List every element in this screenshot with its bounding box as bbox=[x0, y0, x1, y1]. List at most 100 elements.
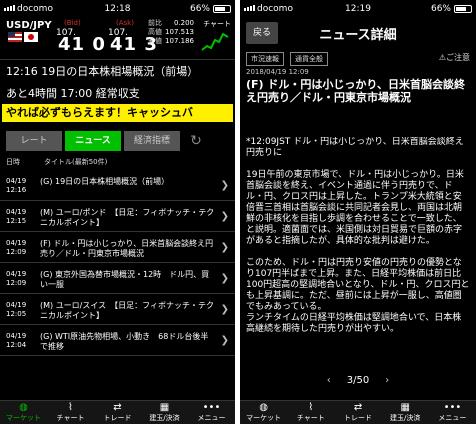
stat-labels: 前比 高値 安値 bbox=[146, 19, 162, 46]
status-bar: docomo 12:18 66% bbox=[0, 0, 235, 18]
event-countdown[interactable]: あと4時間 17:00 経常収支 bbox=[0, 84, 235, 104]
change-label: 前比 bbox=[148, 19, 162, 27]
chart-icon: ⌇ bbox=[68, 402, 73, 413]
low-value: 107.186 bbox=[165, 37, 194, 45]
mini-chart-icon[interactable] bbox=[201, 28, 229, 54]
news-title: (M) ユーロ/ポンド 【日足：フィボナッチ・テクニカルポイント】 bbox=[40, 208, 215, 227]
chevron-right-icon: ❯ bbox=[220, 180, 229, 191]
news-title: (F) ドル・円は小じっかり、日米首脳会談終え円売り／ドル・円東京市場概況 bbox=[40, 239, 214, 258]
list-item[interactable]: 04/19 12:16 (G) 19日の日本株相場概況（前場） ❯ bbox=[0, 170, 235, 201]
nav-market[interactable]: ◍ マーケット bbox=[240, 401, 287, 424]
list-item[interactable]: 04/19 12:15 (M) ユーロ/ポンド 【日足：フィボナッチ・テクニカル… bbox=[0, 201, 235, 232]
warning-icon: ⚠ bbox=[438, 53, 446, 62]
jp-flag-icon bbox=[24, 32, 38, 42]
article-date: 2018/04/19 12:09 bbox=[246, 68, 309, 76]
menu-icon: ••• bbox=[202, 402, 221, 413]
nav-label: トレード bbox=[103, 414, 132, 422]
nav-menu[interactable]: ••• メニュー bbox=[188, 401, 235, 424]
news-title: (M) ユーロ/スイス 【日足：フィボナッチ・テクニカルポイント】 bbox=[40, 301, 214, 320]
tab-news[interactable]: ニュース bbox=[65, 131, 121, 151]
nav-label: チャート bbox=[296, 414, 325, 422]
nav-position[interactable]: ▦ 建玉/決済 bbox=[382, 401, 429, 424]
flags bbox=[8, 32, 38, 42]
high-label: 高値 bbox=[148, 28, 162, 36]
change-value: 0.200 bbox=[173, 19, 194, 27]
list-item[interactable]: 04/19 12:09 (F) ドル・円は小じっかり、日米首脳会談終え円売り／ド… bbox=[0, 232, 235, 263]
promo-banner[interactable]: やれば必ずもらえます！キャッシュバ bbox=[2, 104, 233, 122]
chevron-right-icon: ❯ bbox=[220, 273, 229, 284]
list-item[interactable]: 04/19 12:09 (G) 東京外国為替市場概況・12時 ドル円、買い一服 … bbox=[0, 263, 235, 294]
news-list: 04/19 12:16 (G) 19日の日本株相場概況（前場） ❯ 04/19 … bbox=[0, 170, 235, 356]
page-title: ニュース詳細 bbox=[319, 28, 397, 43]
battery-icon bbox=[213, 5, 231, 13]
battery-group: 66% bbox=[190, 4, 231, 14]
nav-label: マーケット bbox=[6, 414, 41, 422]
nav-label: メニュー bbox=[197, 414, 226, 422]
bottom-nav: ◍ マーケット ⌇ チャート ⇄ トレード ▦ 建玉/決済 ••• メニュー bbox=[240, 400, 476, 424]
tab-economic-indicators[interactable]: 経済指標 bbox=[124, 131, 180, 151]
article-headline: (F) ドル・円は小じっかり、日米首脳会談終え円売り／ドル・円東京市場概況 bbox=[246, 78, 465, 104]
position-icon: ▦ bbox=[400, 402, 410, 413]
list-item[interactable]: 04/19 12:04 (G) WTI原油先物相場、小動き 68ドル台後半で推移… bbox=[0, 325, 235, 356]
rate-panel[interactable]: USD/JPY (Bid) 107. 41 0 (Ask) 107. 41 3 … bbox=[0, 18, 235, 60]
nav-label: マーケット bbox=[246, 414, 282, 422]
refresh-icon[interactable]: ↻ bbox=[188, 133, 204, 149]
news-title: (G) WTI原油先物相場、小動き 68ドル台後半で推移 bbox=[40, 332, 209, 351]
detail-header: 戻る ニュース詳細 bbox=[240, 18, 476, 48]
pager: ‹ 3/50 › bbox=[240, 375, 476, 391]
latest-news-ticker[interactable]: 12:16 19日の日本株相場概況（前場） bbox=[0, 60, 235, 84]
chevron-left-icon[interactable]: ‹ bbox=[327, 375, 331, 391]
news-date: 04/19 12:09 bbox=[6, 270, 27, 287]
caution-label: ご注意 bbox=[446, 53, 470, 62]
caution-link[interactable]: ⚠ご注意 bbox=[439, 52, 470, 63]
tag-all-currencies: 通貨全般 bbox=[290, 52, 328, 66]
chevron-right-icon[interactable]: › bbox=[385, 375, 389, 391]
bottom-nav: ◍ マーケット ⌇ チャート ⇄ トレード ▦ 建玉/決済 ••• メニュー bbox=[0, 400, 235, 424]
ask-label: (Ask) bbox=[116, 19, 134, 27]
nav-trade[interactable]: ⇄ トレード bbox=[94, 401, 141, 424]
right-screen: docomo 12:19 66% 戻る ニュース詳細 市況速報 通貨全般 ⚠ご注… bbox=[240, 0, 476, 424]
bid-price: 41 0 bbox=[58, 34, 106, 55]
chevron-right-icon: ❯ bbox=[220, 335, 229, 346]
nav-trade[interactable]: ⇄ トレード bbox=[334, 401, 381, 424]
nav-label: チャート bbox=[56, 414, 85, 422]
news-date: 04/19 12:04 bbox=[6, 332, 27, 349]
trade-icon: ⇄ bbox=[353, 402, 363, 413]
tab-bar: レート ニュース 経済指標 ↻ bbox=[6, 130, 235, 152]
nav-label: メニュー bbox=[438, 414, 467, 422]
news-title: (G) 東京外国為替市場概況・12時 ドル円、買い一服 bbox=[40, 270, 210, 289]
high-value: 107.513 bbox=[165, 28, 194, 36]
nav-menu[interactable]: ••• メニュー bbox=[429, 401, 476, 424]
nav-chart[interactable]: ⌇ チャート bbox=[47, 401, 94, 424]
trade-icon: ⇄ bbox=[113, 402, 122, 413]
news-title: (G) 19日の日本株相場概況（前場） bbox=[40, 177, 170, 186]
status-bar: docomo 12:19 66% bbox=[240, 0, 476, 18]
news-column-header: 日時 タイトル(最新50件) bbox=[0, 154, 235, 170]
battery-icon bbox=[454, 5, 472, 13]
column-date: 日時 bbox=[6, 158, 20, 166]
tab-rate[interactable]: レート bbox=[6, 131, 62, 151]
news-date: 04/19 12:05 bbox=[6, 301, 27, 318]
chart-icon: ⌇ bbox=[308, 402, 314, 413]
currency-pair: USD/JPY bbox=[6, 20, 52, 31]
globe-icon: ◍ bbox=[19, 402, 28, 413]
nav-chart[interactable]: ⌇ チャート bbox=[287, 401, 334, 424]
chevron-right-icon: ❯ bbox=[220, 242, 229, 253]
list-item[interactable]: 04/19 12:05 (M) ユーロ/スイス 【日足：フィボナッチ・テクニカル… bbox=[0, 294, 235, 325]
news-date: 04/19 12:09 bbox=[6, 239, 27, 256]
chevron-right-icon: ❯ bbox=[220, 304, 229, 315]
category-tags: 市況速報 通貨全般 bbox=[246, 52, 328, 66]
nav-label: 建玉/決済 bbox=[390, 414, 421, 422]
chevron-right-icon: ❯ bbox=[220, 211, 229, 222]
position-icon: ▦ bbox=[159, 402, 170, 413]
nav-label: 建玉/決済 bbox=[149, 414, 180, 422]
news-date: 04/19 12:15 bbox=[6, 208, 27, 225]
news-date: 04/19 12:16 bbox=[6, 177, 27, 194]
nav-position[interactable]: ▦ 建玉/決済 bbox=[141, 401, 188, 424]
nav-market[interactable]: ◍ マーケット bbox=[0, 401, 47, 424]
article-body: *12:09JST ドル・円は小じっかり、日米首脳会談終え円売りに 19日午前の… bbox=[246, 137, 470, 334]
battery-percent: 66% bbox=[430, 4, 451, 14]
us-flag-icon bbox=[8, 32, 22, 42]
nav-label: トレード bbox=[344, 414, 372, 422]
stat-values: 0.200 107.513 107.186 bbox=[162, 19, 194, 46]
